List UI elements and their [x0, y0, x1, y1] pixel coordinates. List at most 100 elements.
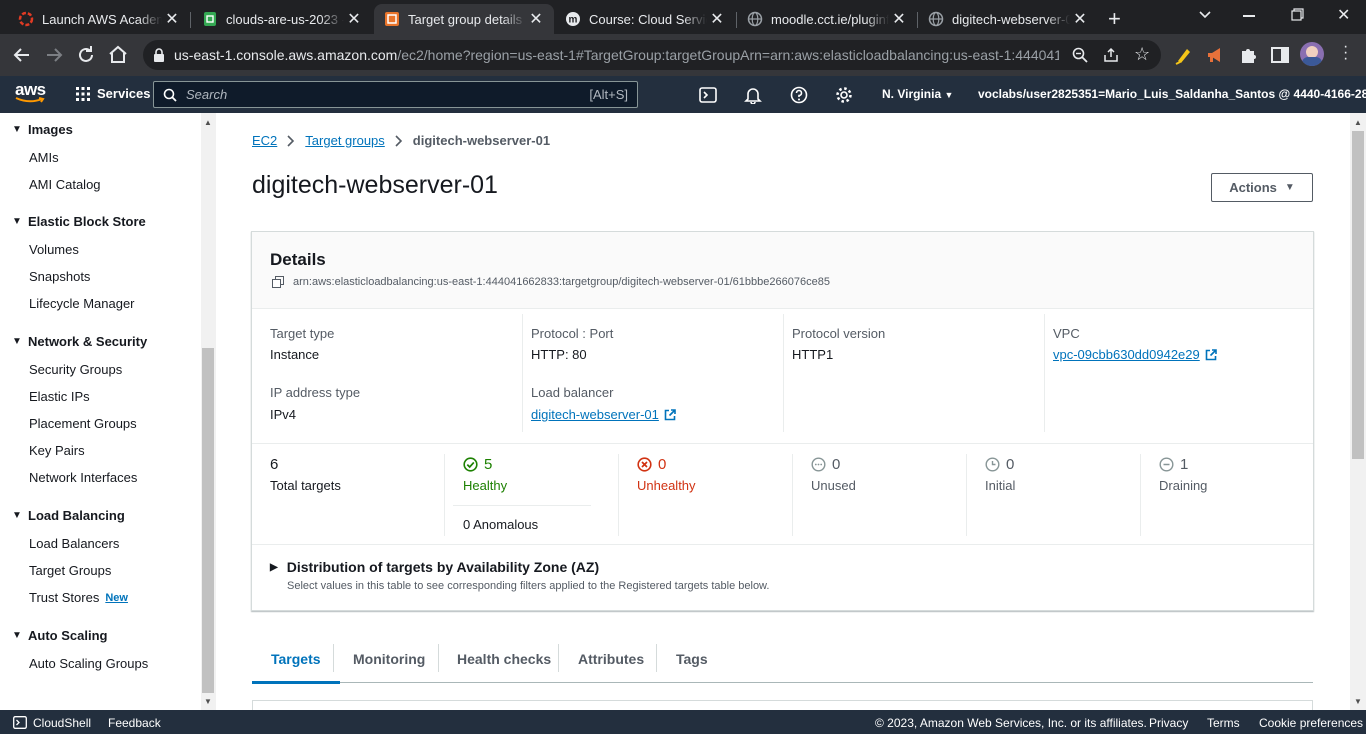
- sidebar-item-security-groups[interactable]: Security Groups: [29, 362, 122, 377]
- extensions-puzzle-icon[interactable]: [1236, 43, 1260, 67]
- sidebar-item-trust-stores[interactable]: Trust Stores New: [29, 590, 128, 605]
- aws-logo-text: aws: [15, 80, 46, 99]
- section-title: Elastic Block Store: [28, 214, 146, 229]
- sidebar-item-target-groups[interactable]: Target Groups: [29, 563, 111, 578]
- sidebar-item-placement-groups[interactable]: Placement Groups: [29, 416, 137, 431]
- chevron-right-icon: [287, 134, 295, 147]
- new-tab-icon[interactable]: +: [1108, 6, 1121, 32]
- terms-link[interactable]: Terms: [1207, 716, 1240, 730]
- browser-tab-2[interactable]: clouds-are-us-2023 - ✕: [192, 4, 372, 34]
- browser-tab-title: moodle.cct.ie/pluginfi: [771, 11, 889, 27]
- distribution-subtitle: Select values in this table to see corre…: [287, 580, 770, 592]
- sidebar-section-ebs[interactable]: ▼ Elastic Block Store: [12, 214, 146, 229]
- breadcrumb-ec2-link[interactable]: EC2: [252, 133, 277, 148]
- copyright-text: © 2023, Amazon Web Services, Inc. or its…: [875, 716, 1147, 730]
- tab-attributes[interactable]: Attributes: [559, 636, 663, 682]
- browser-tab-6[interactable]: digitech-webserver-0 ✕: [918, 4, 1098, 34]
- sidebar-item-amis[interactable]: AMIs: [29, 150, 59, 165]
- back-icon[interactable]: [10, 43, 34, 67]
- megaphone-extension-icon[interactable]: [1204, 43, 1228, 67]
- tab-health-checks[interactable]: Health checks: [439, 636, 569, 682]
- tab-search-chevron-icon[interactable]: [1198, 10, 1212, 20]
- moodle-favicon-icon: m: [566, 12, 580, 26]
- privacy-link[interactable]: Privacy: [1149, 716, 1188, 730]
- more-menu-icon[interactable]: · · ·: [1343, 39, 1348, 67]
- aws-top-nav: aws Services Search [Alt+S] N. Virginia …: [0, 76, 1366, 113]
- sidebar-item-load-balancers[interactable]: Load Balancers: [29, 536, 119, 551]
- sidebar-item-lifecycle-manager[interactable]: Lifecycle Manager: [29, 296, 135, 311]
- tab-tags[interactable]: Tags: [657, 636, 727, 682]
- external-link-icon: [664, 408, 676, 420]
- sidebar-item-key-pairs[interactable]: Key Pairs: [29, 443, 85, 458]
- side-panel-icon[interactable]: [1268, 43, 1292, 67]
- healthy-stat[interactable]: 5: [463, 456, 492, 473]
- initial-stat[interactable]: 0: [985, 456, 1014, 473]
- protocol-version-label: Protocol version: [792, 326, 886, 341]
- cloudshell-link[interactable]: CloudShell: [33, 716, 91, 730]
- sidebar-item-snapshots[interactable]: Snapshots: [29, 269, 90, 284]
- help-icon[interactable]: [790, 86, 808, 104]
- main-scroll-thumb[interactable]: [1352, 131, 1364, 459]
- minimize-icon[interactable]: [1243, 15, 1255, 17]
- distribution-expander[interactable]: ▶ Distribution of targets by Availabilit…: [270, 559, 599, 575]
- close-tab-icon[interactable]: ✕: [707, 9, 727, 29]
- browser-toolbar: us-east-1.console.aws.amazon.com/ec2/hom…: [0, 34, 1366, 76]
- sidebar-item-volumes[interactable]: Volumes: [29, 242, 79, 257]
- close-tab-icon[interactable]: ✕: [889, 9, 909, 29]
- tab-targets[interactable]: Targets: [252, 636, 340, 684]
- sidebar-item-network-interfaces[interactable]: Network Interfaces: [29, 470, 137, 485]
- sidebar-scroll-thumb[interactable]: [202, 348, 214, 693]
- zoom-icon[interactable]: [1072, 47, 1088, 63]
- cookie-preferences-link[interactable]: Cookie preferences: [1259, 716, 1363, 730]
- window-close-icon[interactable]: ✕: [1337, 5, 1350, 25]
- browser-tab-5[interactable]: moodle.cct.ie/pluginfi ✕: [737, 4, 917, 34]
- aws-search-input[interactable]: Search [Alt+S]: [153, 81, 638, 108]
- services-menu[interactable]: Services: [76, 86, 151, 101]
- draining-label: Draining: [1159, 478, 1208, 493]
- region-selector[interactable]: N. Virginia ▼: [882, 87, 953, 101]
- sidebar-section-network-security[interactable]: ▼ Network & Security: [12, 334, 147, 349]
- cloudshell-icon[interactable]: [699, 86, 717, 104]
- lock-icon[interactable]: [153, 48, 165, 62]
- browser-tab-4[interactable]: m Course: Cloud Services ✕: [555, 4, 735, 34]
- reload-icon[interactable]: [74, 43, 98, 67]
- copy-icon[interactable]: [272, 276, 284, 288]
- feedback-link[interactable]: Feedback: [108, 716, 161, 730]
- bookmark-star-icon[interactable]: ☆: [1134, 44, 1150, 65]
- sidebar-section-load-balancing[interactable]: ▼ Load Balancing: [12, 508, 125, 523]
- restore-icon[interactable]: [1291, 8, 1304, 21]
- account-menu[interactable]: voclabs/user2825351=Mario_Luis_Saldanha_…: [978, 87, 1366, 101]
- browser-tab-3-active[interactable]: Target group details | ✕: [374, 4, 554, 34]
- close-tab-icon[interactable]: ✕: [526, 9, 546, 29]
- home-icon[interactable]: [106, 43, 130, 67]
- close-tab-icon[interactable]: ✕: [344, 9, 364, 29]
- close-tab-icon[interactable]: ✕: [1070, 9, 1090, 29]
- actions-button[interactable]: Actions ▼: [1211, 173, 1313, 202]
- address-bar[interactable]: us-east-1.console.aws.amazon.com/ec2/hom…: [143, 40, 1161, 70]
- aws-logo[interactable]: aws: [15, 80, 46, 104]
- vpc-link[interactable]: vpc-09cbb630dd0942e29: [1053, 347, 1217, 362]
- sidebar-item-ami-catalog[interactable]: AMI Catalog: [29, 177, 101, 192]
- ip-type-value: IPv4: [270, 407, 297, 422]
- unused-stat[interactable]: 0: [811, 456, 840, 473]
- sidebar-item-auto-scaling-groups[interactable]: Auto Scaling Groups: [29, 656, 148, 671]
- sidebar-section-images[interactable]: ▼ Images: [12, 122, 73, 137]
- unused-label: Unused: [811, 478, 856, 493]
- share-icon[interactable]: [1103, 47, 1119, 63]
- load-balancer-link[interactable]: digitech-webserver-01: [531, 407, 676, 422]
- highlighter-extension-icon[interactable]: [1172, 43, 1196, 67]
- browser-tab-1[interactable]: Launch AWS Academy ✕: [8, 4, 190, 34]
- sidebar-section-auto-scaling[interactable]: ▼ Auto Scaling: [12, 628, 107, 643]
- browser-tab-title: digitech-webserver-0: [952, 11, 1070, 27]
- breadcrumb-target-groups-link[interactable]: Target groups: [305, 133, 385, 148]
- unhealthy-stat[interactable]: 0: [637, 456, 666, 473]
- forward-icon[interactable]: [42, 43, 66, 67]
- draining-stat[interactable]: 1: [1159, 456, 1188, 473]
- profile-avatar[interactable]: [1300, 42, 1324, 66]
- settings-gear-icon[interactable]: [835, 86, 853, 104]
- tab-monitoring[interactable]: Monitoring: [334, 636, 444, 682]
- notifications-bell-icon[interactable]: [744, 86, 762, 104]
- vpc-value: vpc-09cbb630dd0942e29: [1053, 347, 1200, 362]
- sidebar-item-elastic-ips[interactable]: Elastic IPs: [29, 389, 90, 404]
- close-tab-icon[interactable]: ✕: [162, 9, 182, 29]
